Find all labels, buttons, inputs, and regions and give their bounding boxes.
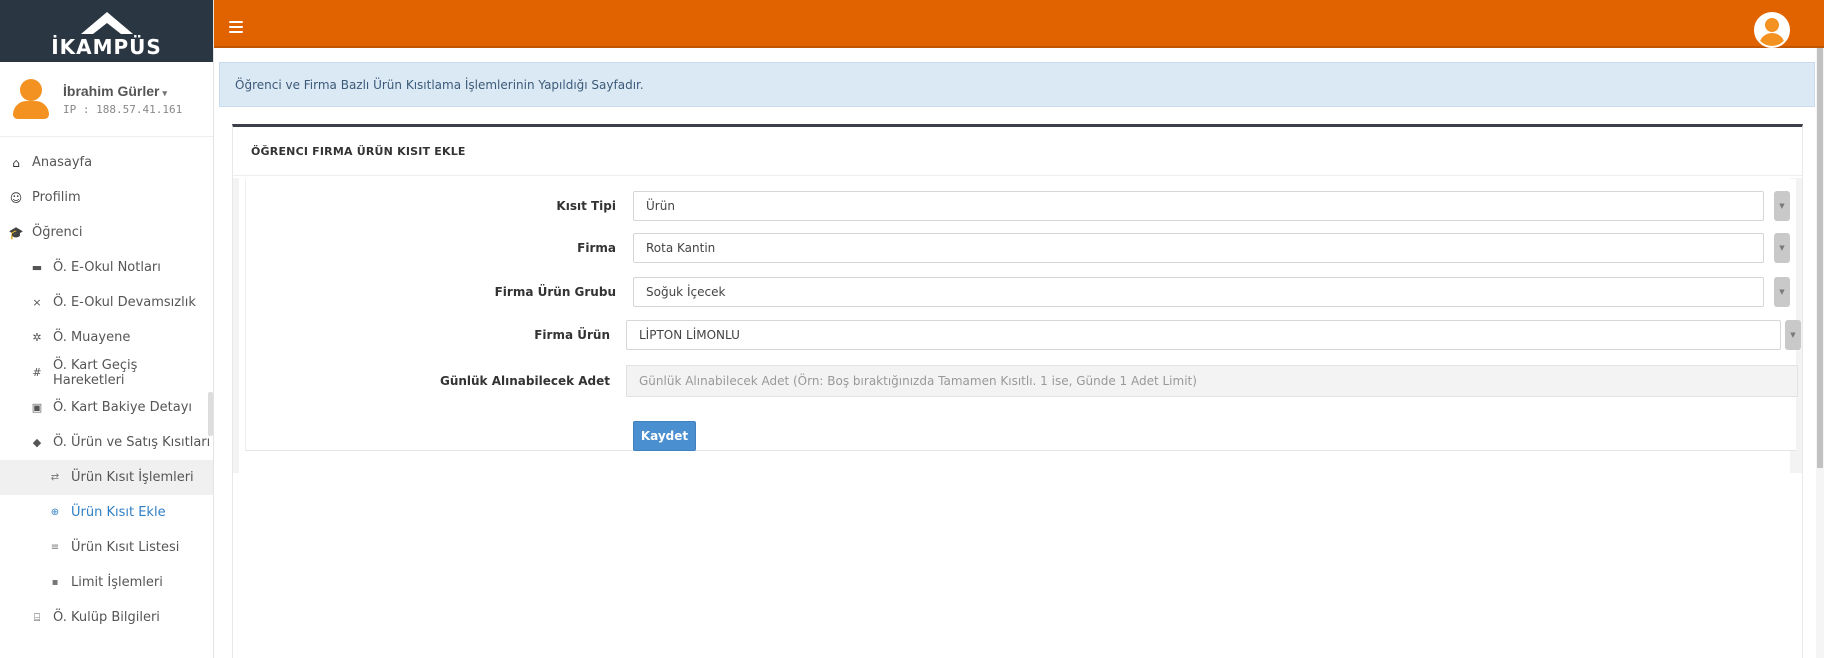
sidebar-item-profilim[interactable]: ☺ Profilim: [0, 180, 213, 215]
firma-select[interactable]: Rota Kantin: [633, 233, 1764, 263]
top-bar: [214, 0, 1824, 48]
sidebar: İKAMPÜS İbrahim Gürler ▾ IP : 188.57.41.1…: [0, 0, 214, 658]
sidebar-item-eokul-notlari[interactable]: ▬ Ö. E-Okul Notları: [0, 250, 213, 285]
info-note: Öğrenci ve Firma Bazlı Ürün Kısıtlama İş…: [219, 62, 1815, 107]
page-scrollbar-thumb[interactable]: [1817, 48, 1823, 468]
sidebar-item-urun-kisit-ekle[interactable]: ⊕ Ürün Kısıt Ekle: [0, 495, 213, 530]
kisit-tipi-select[interactable]: Ürün: [633, 191, 1764, 221]
sidebar-item-urun-satis-kisitlari[interactable]: ◆ Ö. Ürün ve Satış Kısıtları: [0, 425, 213, 460]
form-panel: ÖĞRENCI FIRMA ÜRÜN KISIT EKLE Kısıt Tipi…: [232, 124, 1803, 658]
firma-row: Firma: [233, 233, 616, 263]
sidebar-item-kart-bakiye[interactable]: ▣ Ö. Kart Bakiye Detayı: [0, 390, 213, 425]
urun-grubu-arrow-icon[interactable]: ▼: [1774, 277, 1790, 307]
graduation-cap-icon: 🎓: [8, 225, 24, 240]
user-name[interactable]: İbrahim Gürler ▾: [63, 83, 182, 99]
user-ip: IP : 188.57.41.161: [63, 102, 183, 116]
sidebar-item-ogrenci[interactable]: 🎓 Öğrenci: [0, 215, 213, 250]
list-icon: ▬: [31, 261, 43, 274]
sidebar-item-eokul-devamsizlik[interactable]: × Ö. E-Okul Devamsızlık: [0, 285, 213, 320]
firma-urun-select[interactable]: LİPTON LİMONLU: [626, 320, 1781, 350]
adet-label: Günlük Alınabilecek Adet: [439, 374, 610, 388]
wallet-icon: ▣: [31, 401, 43, 414]
times-icon: ×: [32, 296, 42, 309]
caret-down-icon: ▾: [162, 87, 167, 98]
sidebar-item-urun-kisit-listesi[interactable]: ≡ Ürün Kısıt Listesi: [0, 530, 213, 565]
firma-label: Firma: [577, 241, 616, 255]
save-button[interactable]: Kaydet: [633, 421, 696, 451]
firma-arrow-icon[interactable]: ▼: [1774, 233, 1790, 263]
shield-icon: ◆: [32, 436, 42, 449]
sidebar-scrollbar[interactable]: [208, 392, 213, 436]
sidebar-item-muayene[interactable]: ✲ Ö. Muayene: [0, 320, 213, 355]
sidebar-item-kulup-bilgileri[interactable]: ⌸ Ö. Kulüp Bilgileri: [0, 600, 213, 635]
sidebar-item-urun-kisit-islemleri[interactable]: ⇄ Ürün Kısıt İşlemleri: [0, 460, 213, 495]
bank-icon: ⌸: [33, 610, 41, 624]
logo-text: İKAMPÜS: [51, 35, 162, 59]
plus-circle-icon: ⊕: [50, 507, 60, 518]
hashtag-icon: #: [32, 366, 42, 379]
sidebar-item-kart-gecis[interactable]: # Ö. Kart Geçiş Hareketleri: [0, 355, 213, 390]
urun-grubu-select[interactable]: Soğuk İçecek: [633, 277, 1764, 307]
firma-urun-row: Firma Ürün: [233, 320, 610, 350]
firma-urun-arrow-icon[interactable]: ▼: [1785, 320, 1801, 350]
logo[interactable]: İKAMPÜS: [0, 0, 213, 62]
kisit-tipi-label: Kısıt Tipi: [556, 199, 616, 213]
user-box[interactable]: İbrahim Gürler ▾ IP : 188.57.41.161: [0, 62, 213, 137]
sidebar-item-limit-islemleri[interactable]: ▪ Limit İşlemleri: [0, 565, 213, 600]
user-avatar-icon: [11, 77, 51, 121]
urun-grubu-row: Firma Ürün Grubu: [233, 277, 616, 307]
pills-icon: ✲: [32, 331, 42, 344]
kisit-tipi-row: Kısıt Tipi: [233, 191, 616, 221]
top-user-avatar-icon[interactable]: [1754, 12, 1790, 48]
exchange-icon: ⇄: [50, 472, 60, 483]
sidebar-menu: ⌂ Anasayfa ☺ Profilim 🎓 Öğrenci ▬ Ö. E-Okul …: [0, 145, 213, 635]
urun-grubu-label: Firma Ürün Grubu: [494, 285, 616, 299]
kisit-tipi-arrow-icon[interactable]: ▼: [1774, 191, 1790, 221]
sidebar-item-anasayfa[interactable]: ⌂ Anasayfa: [0, 145, 213, 180]
firma-urun-label: Firma Ürün: [534, 328, 610, 342]
logo-mark-icon: [80, 12, 133, 34]
smiley-icon: ☺: [9, 190, 23, 205]
home-icon: ⌂: [12, 155, 20, 170]
adet-row: Günlük Alınabilecek Adet: [233, 365, 610, 397]
page-scrollbar[interactable]: [1816, 48, 1824, 658]
list-lines-icon: ≡: [50, 542, 60, 553]
hamburger-menu-icon[interactable]: [229, 21, 243, 36]
comment-icon: ▪: [51, 577, 59, 588]
panel-title: ÖĞRENCI FIRMA ÜRÜN KISIT EKLE: [233, 127, 1802, 176]
adet-input[interactable]: Günlük Alınabilecek Adet (Örn: Boş bırak…: [626, 365, 1798, 397]
